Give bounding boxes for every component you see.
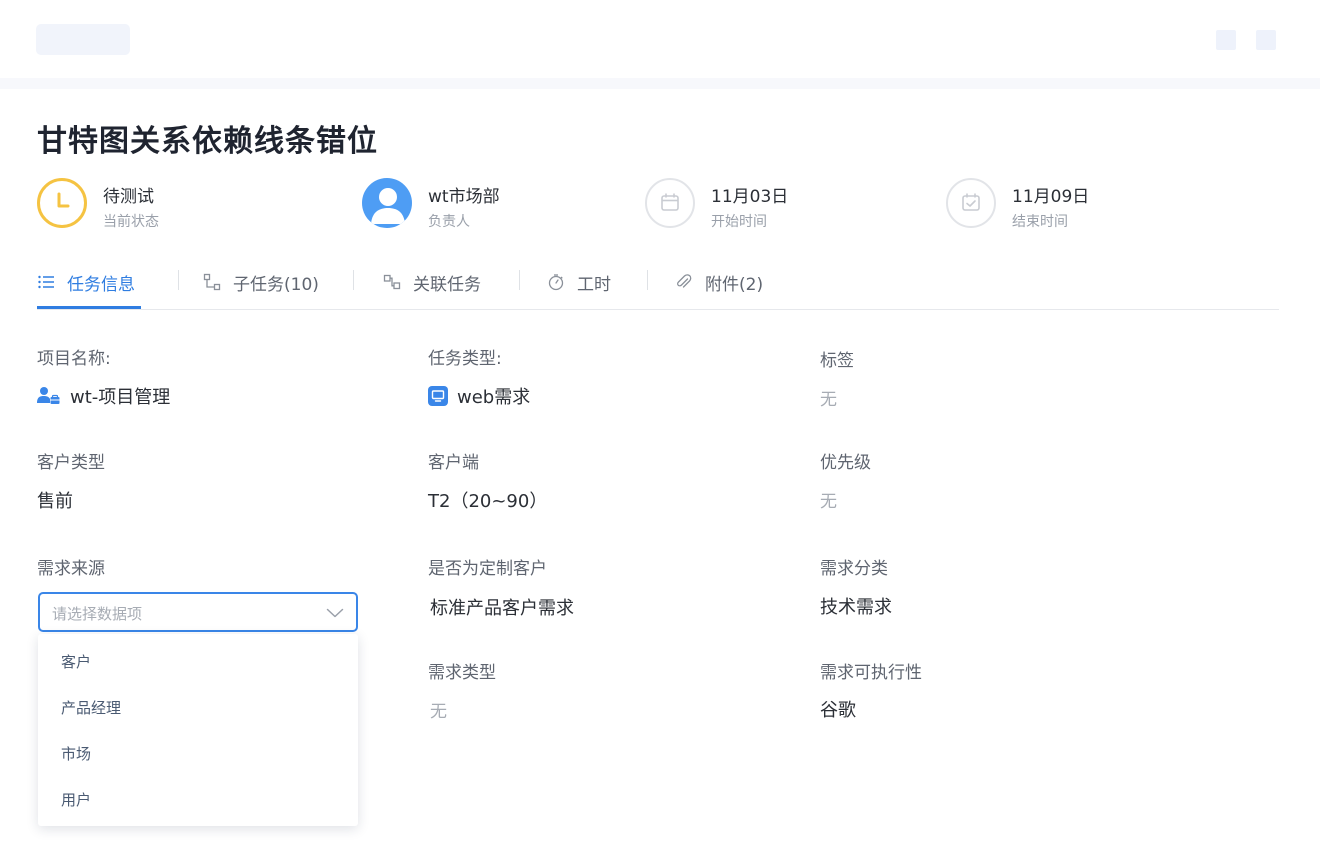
- subtask-icon: [203, 273, 221, 291]
- demand-source-dropdown: 客户 产品经理 市场 用户: [38, 634, 358, 826]
- demand-source-placeholder: 请选择数据项: [52, 605, 143, 623]
- demand-category-label: 需求分类: [820, 559, 888, 579]
- tab-separator: [353, 270, 354, 290]
- project-name-text: wt-项目管理: [70, 387, 171, 408]
- dropdown-option-user[interactable]: 用户: [61, 789, 91, 810]
- task-type-text: web需求: [457, 387, 531, 408]
- tab-related-tasks-label: 关联任务: [413, 274, 481, 295]
- tab-related-tasks[interactable]: 关联任务: [383, 268, 481, 296]
- status-label: 当前状态: [103, 214, 159, 230]
- monitor-icon: [428, 386, 448, 406]
- list-icon: [37, 273, 55, 291]
- task-type-value[interactable]: web需求: [428, 383, 530, 409]
- page-title: 甘特图关系依赖线条错位: [37, 124, 378, 159]
- demand-source-select[interactable]: 请选择数据项: [38, 592, 358, 632]
- link-task-icon: [383, 273, 401, 291]
- tab-bar: 任务信息 子任务(10) 关联任务 工时 附件(2): [37, 258, 1279, 310]
- calendar-icon: [645, 178, 695, 228]
- start-date-value: 11月03日: [711, 187, 789, 207]
- end-date-value: 11月09日: [1012, 187, 1090, 207]
- top-bar-placeholder-button[interactable]: [36, 24, 130, 55]
- priority-label: 优先级: [820, 453, 871, 473]
- tab-separator: [647, 270, 648, 290]
- project-name-value[interactable]: wt-项目管理: [37, 383, 170, 409]
- owner-value: wt市场部: [428, 187, 500, 207]
- client-label: 客户端: [428, 453, 479, 473]
- task-type-label: 任务类型:: [428, 349, 502, 369]
- tab-subtasks[interactable]: 子任务(10): [203, 268, 319, 296]
- tab-subtasks-label: 子任务(10): [233, 274, 319, 295]
- tab-task-info[interactable]: 任务信息: [37, 268, 135, 296]
- client-value[interactable]: T2（20~90）: [428, 487, 547, 513]
- top-bar-close-icon[interactable]: [1256, 30, 1276, 50]
- custom-customer-value[interactable]: 标准产品客户需求: [430, 594, 574, 620]
- customer-type-label: 客户类型: [37, 453, 105, 473]
- tab-separator: [519, 270, 520, 290]
- tab-work-hours[interactable]: 工时: [547, 268, 611, 296]
- tab-work-hours-label: 工时: [577, 274, 611, 295]
- owner-label: 负责人: [428, 214, 470, 230]
- demand-type-label: 需求类型: [428, 663, 496, 683]
- feasibility-label: 需求可执行性: [820, 663, 922, 683]
- clock-icon: [37, 178, 87, 228]
- feasibility-value[interactable]: 谷歌: [820, 696, 856, 722]
- top-bar: [0, 0, 1320, 78]
- dropdown-option-customer[interactable]: 客户: [61, 651, 91, 672]
- calendar-check-icon: [946, 178, 996, 228]
- top-bar-action-icon[interactable]: [1216, 30, 1236, 50]
- customer-type-value[interactable]: 售前: [37, 487, 73, 513]
- active-tab-indicator: [37, 306, 141, 309]
- tags-value[interactable]: 无: [820, 385, 837, 410]
- tab-task-info-label: 任务信息: [67, 274, 135, 295]
- chevron-down-icon[interactable]: [326, 604, 344, 622]
- dropdown-option-market[interactable]: 市场: [61, 743, 91, 764]
- start-date-label: 开始时间: [711, 214, 767, 230]
- status-value: 待测试: [103, 187, 154, 207]
- priority-value[interactable]: 无: [820, 487, 837, 512]
- stopwatch-icon: [547, 273, 565, 291]
- custom-customer-label: 是否为定制客户: [428, 559, 547, 579]
- status-meta[interactable]: 待测试 当前状态: [37, 178, 297, 230]
- tags-label: 标签: [820, 351, 854, 371]
- project-user-icon: [37, 386, 61, 406]
- header-divider: [0, 78, 1320, 89]
- tab-attachments-label: 附件(2): [705, 274, 764, 295]
- owner-meta[interactable]: wt市场部 负责人: [362, 178, 622, 230]
- dropdown-option-product-manager[interactable]: 产品经理: [61, 697, 121, 718]
- project-name-label: 项目名称:: [37, 349, 111, 369]
- demand-type-value[interactable]: 无: [430, 697, 447, 722]
- demand-category-value[interactable]: 技术需求: [820, 593, 892, 619]
- paperclip-icon: [675, 273, 693, 291]
- tab-separator: [178, 270, 179, 290]
- start-date-meta[interactable]: 11月03日 开始时间: [645, 178, 905, 230]
- demand-source-label: 需求来源: [37, 559, 105, 579]
- tab-attachments[interactable]: 附件(2): [675, 268, 763, 296]
- end-date-meta[interactable]: 11月09日 结束时间: [946, 178, 1206, 230]
- user-avatar-icon: [362, 178, 412, 228]
- end-date-label: 结束时间: [1012, 214, 1068, 230]
